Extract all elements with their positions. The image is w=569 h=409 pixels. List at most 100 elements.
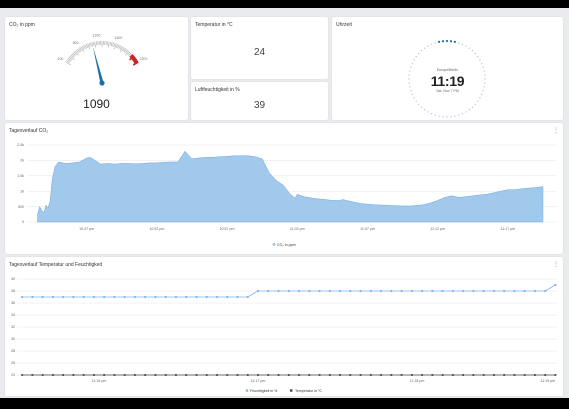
clock-second-dot xyxy=(468,109,471,111)
clock-second-dot xyxy=(474,103,476,106)
temperature-point xyxy=(41,374,44,376)
co2-legend-label: CO₂ in ppm xyxy=(277,243,296,247)
temperature-point xyxy=(103,374,106,376)
climate-y-tick-label: 36 xyxy=(11,301,15,305)
clock-second-dot xyxy=(434,42,436,44)
humidity-point xyxy=(72,295,75,299)
co2-y-tick-label: 1k xyxy=(20,189,24,193)
co2-y-tick-label: 2.5k xyxy=(17,143,24,147)
temperature-point xyxy=(216,374,218,376)
humidity-value: 39 xyxy=(253,100,266,111)
humidity-point xyxy=(185,295,188,299)
temperature-card[interactable]: Temperatur in °C 24 xyxy=(191,17,328,79)
humidity-card[interactable]: Luftfeuchtigkeit in % 39 xyxy=(191,82,328,120)
humidity-title: Luftfeuchtigkeit in % xyxy=(195,87,240,93)
climate-history-card[interactable]: Tagesverlauf Temperatur und Feuchtigkeit… xyxy=(5,257,563,396)
humidity-point xyxy=(349,289,352,293)
gauge-tick xyxy=(65,61,71,66)
humidity-point xyxy=(21,295,24,299)
clock-second-dot xyxy=(468,47,471,49)
humidity-point xyxy=(164,295,167,299)
clock-second-dot xyxy=(411,93,413,96)
clock-second-dot xyxy=(411,62,413,65)
gauge-tick xyxy=(94,41,97,48)
temperature-point xyxy=(503,374,506,376)
temperature-point xyxy=(534,374,536,376)
humidity-point xyxy=(103,295,106,299)
co2-y-tick-label: 2k xyxy=(20,159,24,163)
clock-second-dot xyxy=(420,106,423,108)
gauge-tick xyxy=(91,42,94,47)
clock-second-dot xyxy=(461,113,464,115)
humidity-point xyxy=(82,295,85,299)
temperature-point xyxy=(513,374,516,376)
gauge-tick xyxy=(90,42,92,47)
gauge-tick xyxy=(107,41,110,48)
co2-legend[interactable]: CO₂ in ppm xyxy=(272,243,296,247)
co2-y-tick-label: 0 xyxy=(22,220,24,224)
humidity-point xyxy=(328,289,331,293)
gauge-needle xyxy=(92,46,104,84)
temperature-point xyxy=(380,374,382,376)
temperature-point xyxy=(72,374,75,376)
clock-second-dot xyxy=(434,114,436,116)
climate-legend[interactable]: Feuchtigkeit in % Temperatur in °C xyxy=(245,389,323,393)
temperature-point xyxy=(308,374,311,376)
co2-y-tick-label: 500 xyxy=(18,205,24,209)
gauge-tick xyxy=(92,41,95,46)
humidity-legend-label: Feuchtigkeit in % xyxy=(250,389,278,393)
gauge-tick xyxy=(115,43,119,48)
gauge-tick xyxy=(85,43,89,48)
humidity-point xyxy=(205,295,208,299)
temperature-title: Temperatur in °C xyxy=(195,22,233,28)
humidity-point xyxy=(41,295,44,299)
climate-x-tick-label: 11:19 pm xyxy=(540,379,555,383)
co2-gauge-card[interactable]: CO₂ in ppm 400 800 1200 1600 2200 1090 xyxy=(5,17,188,120)
gauge-tick-label: 800 xyxy=(73,41,79,45)
temperature-point xyxy=(298,374,300,376)
co2-x-tick-label: 10:52 pm xyxy=(149,227,164,231)
humidity-point xyxy=(544,289,547,293)
temperature-point xyxy=(451,374,454,376)
gauge-tick-label: 2200 xyxy=(140,57,148,61)
climate-y-tick-label: 24 xyxy=(11,373,15,377)
temperature-legend-marker xyxy=(290,389,293,392)
co2-chart: 2.5k 2k 1.5k 1k 500 0 10:47 pm 10:52 pm 10:57 pm… xyxy=(17,143,557,247)
clock-second-dot xyxy=(449,40,453,43)
co2-x-tick-label: 10:57 pm xyxy=(220,227,235,231)
humidity-point xyxy=(154,295,157,299)
temperature-point xyxy=(226,374,229,376)
gauge-tick-label: 400 xyxy=(58,57,64,61)
temperature-point xyxy=(431,374,434,376)
temperature-point xyxy=(93,374,95,376)
temperature-point xyxy=(493,374,495,376)
temperature-point xyxy=(175,374,177,376)
clock-second-dot xyxy=(479,59,481,61)
clock-second-dot xyxy=(471,50,474,52)
co2-value: 1090 xyxy=(83,97,110,111)
clock-second-dot xyxy=(441,40,445,43)
co2-history-card[interactable]: Tagesverlauf CO₂ ⋮ 2.5k 2k 1.5k 1k 500 0 10:47… xyxy=(5,123,563,254)
climate-y-tick-label: 26 xyxy=(11,361,15,365)
temperature-point xyxy=(441,374,444,376)
co2-x-tick-label: 11:02 pm xyxy=(290,227,305,231)
clock-second-dot xyxy=(479,97,481,99)
temperature-point xyxy=(472,374,475,376)
gauge-needle-hub xyxy=(99,80,105,86)
gauge-tick xyxy=(106,41,109,46)
clock-second-dot xyxy=(481,62,483,65)
temperature-point xyxy=(523,374,526,376)
clock-second-dot xyxy=(474,52,476,55)
clock-second-dot xyxy=(413,97,415,99)
temperature-point xyxy=(82,374,85,376)
humidity-point xyxy=(359,289,362,293)
humidity-point xyxy=(297,289,301,293)
temperature-point xyxy=(400,374,403,376)
climate-x-tick-label: 11:16 pm xyxy=(92,379,107,383)
temperature-point xyxy=(554,374,557,376)
co2-legend-marker xyxy=(272,243,276,246)
temperature-point xyxy=(185,374,188,376)
clock-card[interactable]: Uhrzeit Europe/Berlin 11:19 Sat, Nov 7 P… xyxy=(332,17,563,120)
humidity-point xyxy=(369,289,372,293)
temperature-point xyxy=(482,374,485,376)
